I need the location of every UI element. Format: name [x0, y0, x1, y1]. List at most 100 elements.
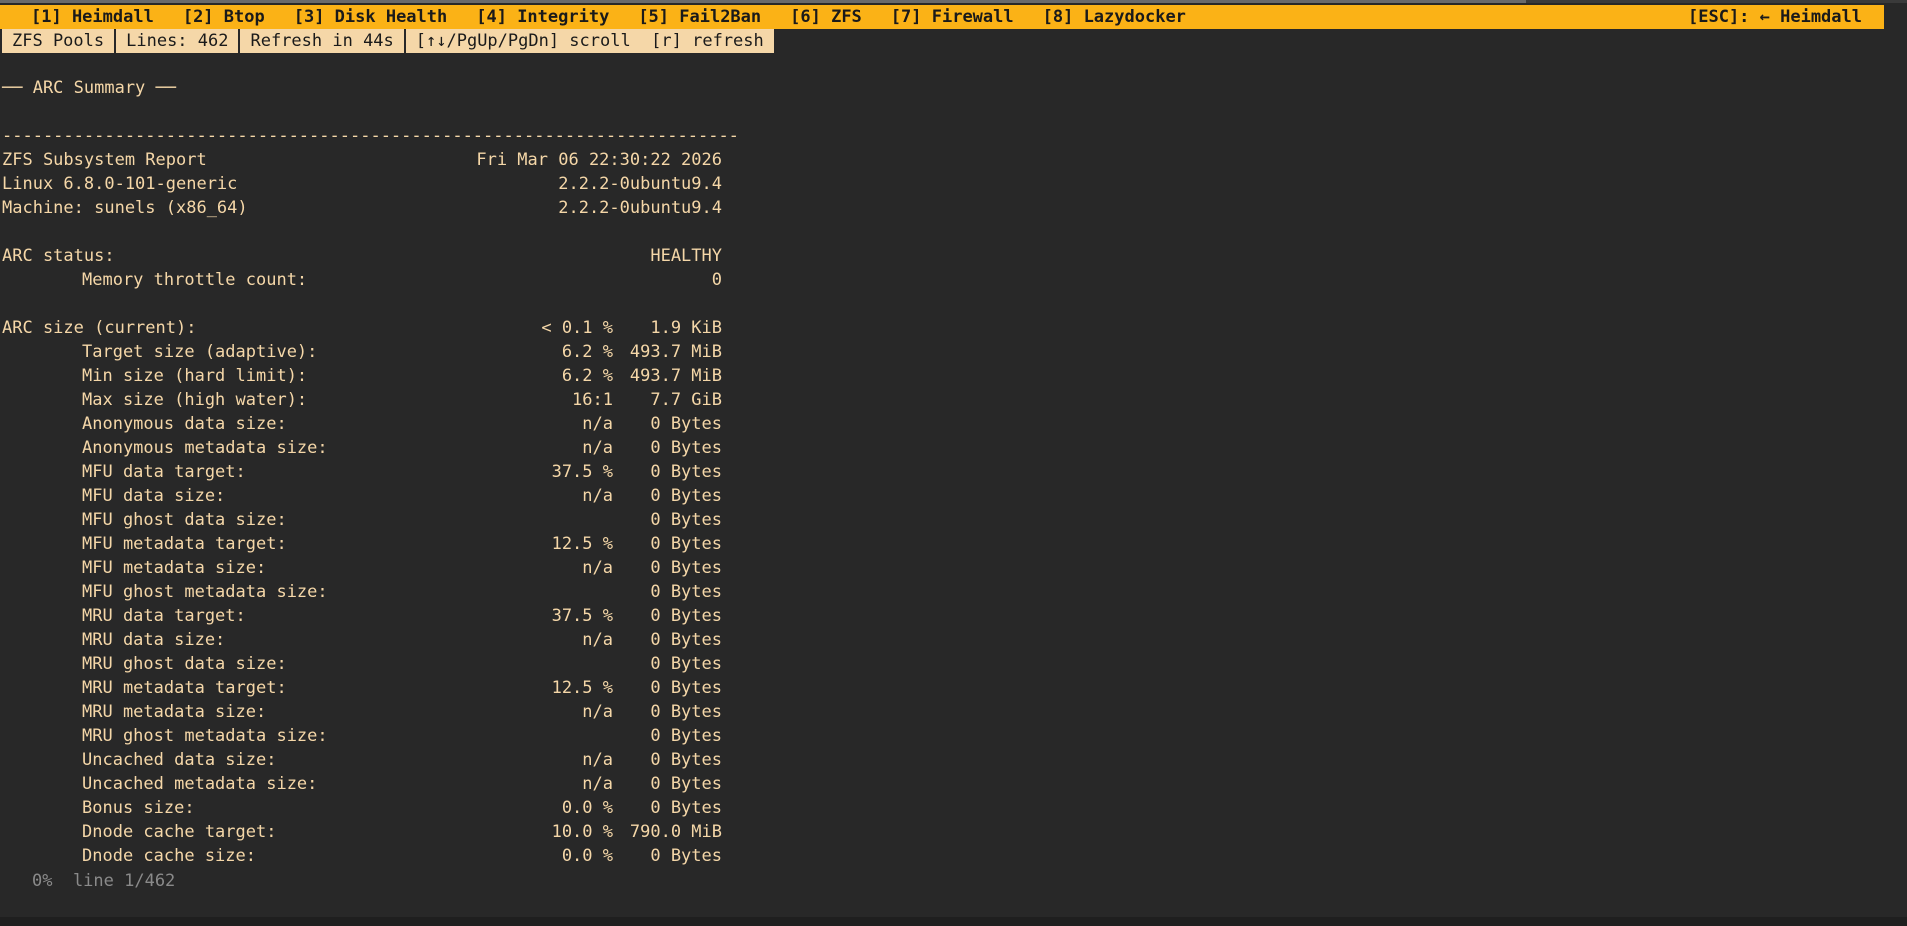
arc-row-label: MFU ghost metadata size: — [82, 582, 328, 602]
arc-size-row: Max size (high water): 16:1 7.7 GiB — [2, 388, 722, 412]
tab-2[interactable]: [2] Btop — [183, 5, 265, 29]
arc-row-percent: 0.0 % — [561, 846, 613, 866]
arc-row-percent: n/a — [582, 486, 613, 506]
arc-row-value: 7.7 GiB — [650, 390, 722, 410]
arc-row-percent: n/a — [582, 414, 613, 434]
arc-row-label: Anonymous metadata size: — [82, 438, 328, 458]
arc-size-row: Anonymous data size: n/a 0 Bytes — [2, 412, 722, 436]
arc-row-label: MRU metadata target: — [82, 678, 287, 698]
arc-row-value: 0 Bytes — [650, 534, 722, 554]
arc-size-row: Dnode cache target: 10.0 % 790.0 MiB — [2, 820, 722, 844]
arc-row-value: 0 Bytes — [650, 486, 722, 506]
arc-row-label: MFU metadata target: — [82, 534, 287, 554]
arc-size-row: MRU metadata size: n/a 0 Bytes — [2, 700, 722, 724]
esc-back-heimdall[interactable]: [ESC]: ← Heimdall — [1688, 5, 1862, 29]
arc-row-percent: 6.2 % — [561, 366, 613, 386]
arc-size-row: MRU ghost metadata size: 0 Bytes — [2, 724, 722, 748]
arc-row-value: 0 Bytes — [650, 438, 722, 458]
arc-row-percent: 37.5 % — [551, 462, 613, 482]
arc-row-value: 0 Bytes — [650, 582, 722, 602]
tab-8[interactable]: [8] Lazydocker — [1043, 5, 1186, 29]
arc-row-value: 0 Bytes — [650, 726, 722, 746]
arc-row-value: 0 Bytes — [650, 678, 722, 698]
machine-row: Machine: sunels (x86_64) 2.2.2-0ubuntu9.… — [2, 196, 722, 220]
tab-4[interactable]: [4] Integrity — [476, 5, 609, 29]
arc-row-label: Dnode cache size: — [82, 846, 256, 866]
arc-row-percent: n/a — [582, 774, 613, 794]
top-progress-fill — [0, 0, 1526, 3]
arc-row-label: MRU ghost metadata size: — [82, 726, 328, 746]
arc-row-label: Max size (high water): — [82, 390, 308, 410]
tab-6[interactable]: [6] ZFS — [790, 5, 862, 29]
arc-row-value: 493.7 MiB — [629, 366, 722, 386]
arc-row-label: Min size (hard limit): — [82, 366, 308, 386]
arc-size-row: MFU data size: n/a 0 Bytes — [2, 484, 722, 508]
arc-size-row: Uncached metadata size: n/a 0 Bytes — [2, 772, 722, 796]
arc-row-value: 790.0 MiB — [629, 822, 722, 842]
arc-row-label: Dnode cache target: — [82, 822, 277, 842]
arc-row-label: MFU data target: — [82, 462, 246, 482]
bottom-strip — [0, 917, 1907, 926]
arc-row-label: MRU data target: — [82, 606, 246, 626]
arc-row-value: 0 Bytes — [650, 630, 722, 650]
tab-3[interactable]: [3] Disk Health — [294, 5, 448, 29]
arc-size-row: MRU data size: n/a 0 Bytes — [2, 628, 722, 652]
arc-row-value: 0 Bytes — [650, 510, 722, 530]
arc-size-row: Bonus size: 0.0 % 0 Bytes — [2, 796, 722, 820]
arc-size-row: MFU metadata size: n/a 0 Bytes — [2, 556, 722, 580]
arc-size-row: MRU metadata target: 12.5 % 0 Bytes — [2, 676, 722, 700]
arc-row-label: MRU data size: — [82, 630, 226, 650]
arc-row-percent: 12.5 % — [551, 678, 613, 698]
tab-7[interactable]: [7] Firewall — [891, 5, 1014, 29]
arc-row-percent: n/a — [582, 438, 613, 458]
arc-row-value: 0 Bytes — [650, 462, 722, 482]
arc-row-percent: 6.2 % — [561, 342, 613, 362]
kernel-value: 2.2.2-0ubuntu9.4 — [558, 174, 722, 194]
throttle-value: 0 — [711, 270, 722, 290]
section-heading: ── ARC Summary ── — [2, 78, 176, 98]
arc-size-row: Min size (hard limit): 6.2 % 493.7 MiB — [2, 364, 722, 388]
arc-size-row: Uncached data size: n/a 0 Bytes — [2, 748, 722, 772]
arc-row-label: MFU data size: — [82, 486, 226, 506]
arc-row-label: MRU ghost data size: — [82, 654, 287, 674]
throttle-row: Memory throttle count: 0 — [2, 268, 722, 292]
arc-row-label: Target size (adaptive): — [82, 342, 318, 362]
tab-1[interactable]: [1] Heimdall — [31, 5, 154, 29]
arc-row-value: 0 Bytes — [650, 654, 722, 674]
arc-size-row: MFU metadata target: 12.5 % 0 Bytes — [2, 532, 722, 556]
arc-size-row: Dnode cache size: 0.0 % 0 Bytes — [2, 844, 722, 868]
arc-row-value: 0 Bytes — [650, 606, 722, 626]
report-date: Fri Mar 06 22:30:22 2026 — [476, 150, 722, 170]
kernel-label: Linux 6.8.0-101-generic — [2, 174, 238, 194]
arc-size-row: Target size (adaptive): 6.2 % 493.7 MiB — [2, 340, 722, 364]
kernel-row: Linux 6.8.0-101-generic 2.2.2-0ubuntu9.4 — [2, 172, 722, 196]
status-lines: Lines: 462 — [116, 29, 241, 53]
arc-row-percent: 12.5 % — [551, 534, 613, 554]
arc-row-percent: n/a — [582, 702, 613, 722]
tab-bar: [1] Heimdall [2] Btop [3] Disk Health [4] I… — [0, 5, 1884, 29]
separator-line: ----------------------------------------… — [2, 124, 739, 148]
machine-value: 2.2.2-0ubuntu9.4 — [558, 198, 722, 218]
status-bar: ZFS Pools Lines: 462 Refresh in 44s [↑↓/… — [2, 29, 774, 53]
arc-row-label: Uncached metadata size: — [82, 774, 318, 794]
status-view: ZFS Pools — [2, 29, 117, 53]
arc-size-row: MRU data target: 37.5 % 0 Bytes — [2, 604, 722, 628]
arc-row-value: 0 Bytes — [650, 414, 722, 434]
arc-row-value: 493.7 MiB — [629, 342, 722, 362]
arc-row-label: ARC size (current): — [2, 318, 197, 338]
top-progress-track — [0, 0, 1907, 3]
arc-status-row: ARC status: HEALTHY — [2, 244, 722, 268]
tab-5[interactable]: [5] Fail2Ban — [638, 5, 761, 29]
arc-row-value: 0 Bytes — [650, 750, 722, 770]
status-refresh: Refresh in 44s — [240, 29, 406, 53]
arc-row-value: 0 Bytes — [650, 702, 722, 722]
tab-list: [1] Heimdall [2] Btop [3] Disk Health [4] I… — [31, 5, 1215, 29]
arc-row-percent: < 0.1 % — [541, 318, 613, 338]
arc-row-label: MRU metadata size: — [82, 702, 267, 722]
status-keys: [↑↓/PgUp/PgDn] scroll [r] refresh — [415, 31, 764, 51]
report-title-row: ZFS Subsystem Report Fri Mar 06 22:30:22… — [2, 148, 722, 172]
arc-row-value: 0 Bytes — [650, 774, 722, 794]
arc-row-value: 1.9 KiB — [650, 318, 722, 338]
arc-row-label: MFU metadata size: — [82, 558, 267, 578]
arc-row-value: 0 Bytes — [650, 558, 722, 578]
